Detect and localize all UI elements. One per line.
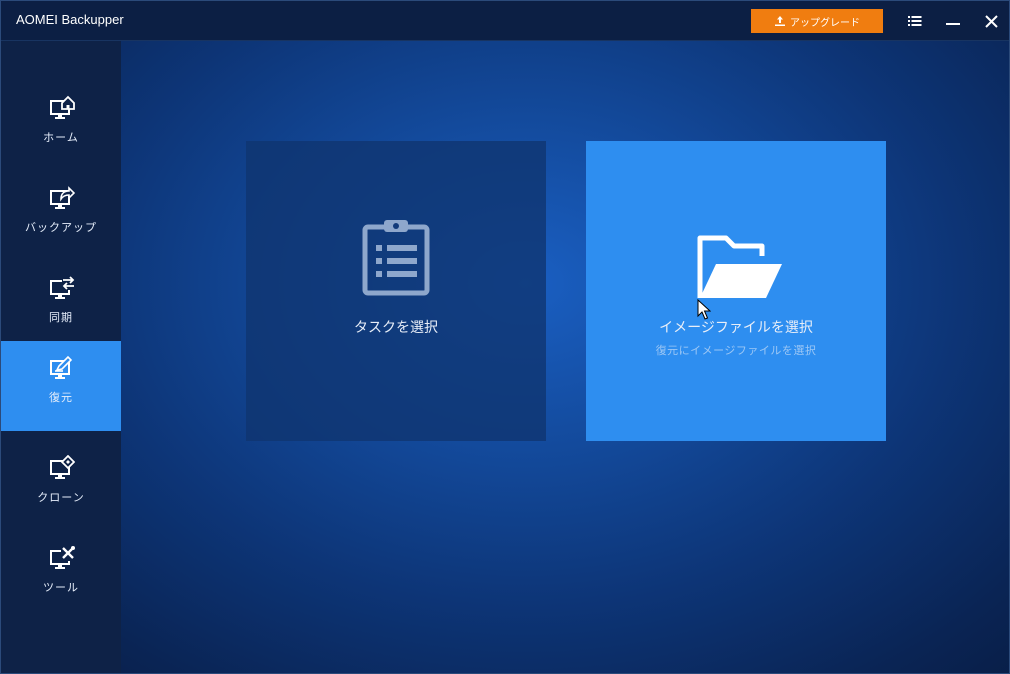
sidebar-item-home[interactable]: ホーム (1, 81, 121, 171)
backup-monitor-icon (50, 186, 75, 209)
sidebar-item-label: 復元 (49, 391, 73, 404)
sidebar-item-label: ツール (43, 581, 79, 594)
sidebar-item-restore[interactable]: 復元 (1, 341, 121, 431)
upload-arrow-icon (775, 16, 785, 26)
restore-monitor-icon (50, 355, 73, 379)
close-icon (984, 14, 998, 28)
clone-monitor-icon (50, 455, 75, 479)
card-title: タスクを選択 (354, 320, 438, 336)
list-icon (908, 16, 922, 26)
app-window: AOMEI Backupper アップグレード ホーム バックアップ 同期 復元… (0, 0, 1010, 674)
sidebar-item-tools[interactable]: ツール (1, 531, 121, 621)
sidebar-item-label: バックアップ (25, 221, 97, 234)
card-subtitle: 復元にイメージファイルを選択 (655, 344, 817, 357)
close-button[interactable] (978, 9, 1004, 33)
minimize-icon (946, 23, 960, 25)
sync-monitor-icon (50, 276, 75, 299)
upgrade-label: アップグレード (790, 17, 860, 29)
select-task-card[interactable]: タスクを選択 (246, 141, 546, 441)
app-title: AOMEI Backupper (16, 12, 124, 27)
menu-button[interactable] (902, 9, 928, 33)
sidebar: ホーム バックアップ 同期 復元 クローン ツール (1, 41, 121, 673)
sidebar-item-label: ホーム (43, 131, 79, 144)
sidebar-item-sync[interactable]: 同期 (1, 261, 121, 351)
clipboard-list-icon (362, 220, 430, 296)
card-title: イメージファイルを選択 (659, 320, 813, 336)
title-bar[interactable]: AOMEI Backupper アップグレード (1, 1, 1009, 41)
sidebar-item-label: クローン (37, 491, 85, 504)
tools-monitor-icon (50, 546, 75, 569)
minimize-button[interactable] (940, 9, 966, 33)
upgrade-button[interactable]: アップグレード (751, 9, 883, 33)
sidebar-item-label: 同期 (49, 311, 73, 324)
home-monitor-icon (50, 95, 75, 119)
sidebar-item-clone[interactable]: クローン (1, 441, 121, 531)
select-image-file-card[interactable]: イメージファイルを選択 復元にイメージファイルを選択 (586, 141, 886, 441)
folder-open-icon (697, 235, 782, 298)
mouse-pointer-icon (697, 299, 711, 320)
sidebar-item-backup[interactable]: バックアップ (1, 171, 121, 261)
